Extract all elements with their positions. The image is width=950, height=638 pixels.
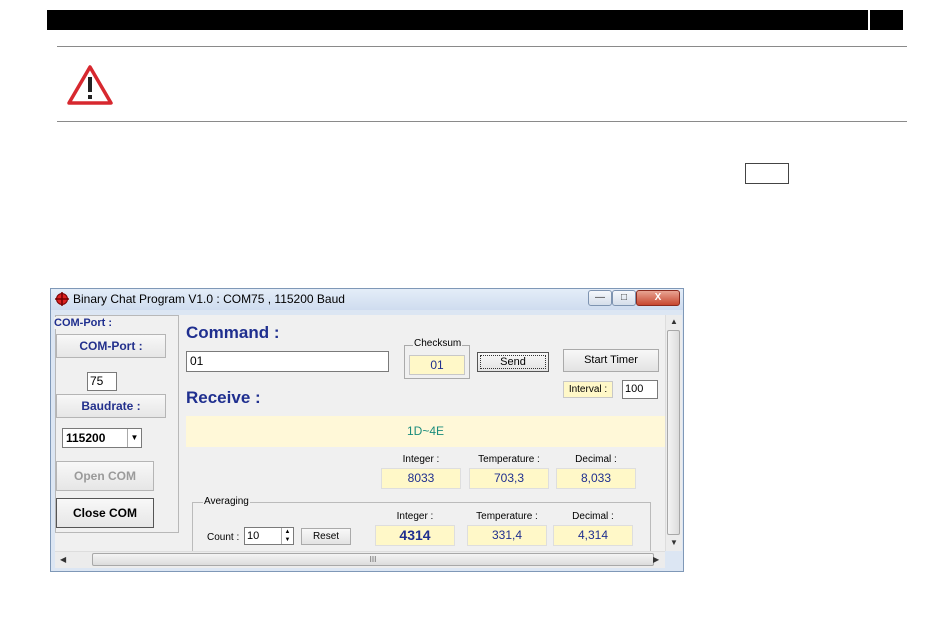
vertical-scroll-thumb[interactable] [667,330,680,535]
com-port-panel: COM-Port : COM-Port : 75 Baudrate : 1152… [54,315,179,533]
integer-value: 8033 [381,468,461,489]
integer-label: Integer : [402,454,440,465]
temperature-label: Temperature : [478,454,540,465]
avg-temperature-value: 331,4 [467,525,547,546]
command-input[interactable]: 01 [186,351,389,372]
send-button[interactable]: Send [477,352,549,372]
avg-decimal-label: Decimal : [572,511,614,522]
scroll-down-icon[interactable]: ▼ [670,538,678,547]
averaging-title: Averaging [203,496,250,507]
avg-integer-label: Integer : [396,511,434,522]
count-stepper[interactable]: 10 ▲ ▼ [244,527,294,545]
app-icon [55,292,69,306]
baudrate-value: 115200 [66,431,106,445]
avg-temperature-label: Temperature : [476,511,538,522]
averaging-group: Averaging Count : 10 ▲ ▼ Reset Integer : … [192,496,651,557]
baudrate-label: Baudrate : [56,394,166,418]
window-title: Binary Chat Program V1.0 : COM75 , 11520… [73,292,345,306]
vertical-scrollbar[interactable]: ▲ ▼ [665,315,682,551]
avg-decimal-value: 4,314 [553,525,633,546]
command-heading: Command : [186,323,280,342]
checksum-label: Checksum [413,338,463,349]
receive-output: 1D~4E [186,416,665,447]
panel-title: COM-Port : [54,317,113,329]
checksum-group: Checksum 01 [404,338,470,379]
header-bar [47,10,903,30]
horizontal-scroll-thumb[interactable]: III [92,553,654,566]
com-port-label: COM-Port : [56,334,166,358]
temperature-value: 703,3 [469,468,549,489]
com-port-input[interactable]: 75 [87,372,117,391]
maximize-button[interactable]: □ [612,290,636,306]
baudrate-select[interactable]: 115200 ▼ [62,428,142,448]
minimize-button[interactable]: — [588,290,612,306]
open-com-button[interactable]: Open COM [56,461,154,491]
chevron-down-icon[interactable]: ▼ [127,429,141,447]
interval-input[interactable]: 100 [622,380,658,399]
title-bar[interactable]: Binary Chat Program V1.0 : COM75 , 11520… [51,289,683,310]
close-com-button[interactable]: Close COM [56,498,154,528]
scroll-left-icon[interactable]: ◀ [60,555,66,564]
rule-top [57,46,907,47]
checksum-value: 01 [409,355,465,375]
spinner-arrows-icon[interactable]: ▲ ▼ [281,528,293,544]
decimal-value: 8,033 [556,468,636,489]
avg-integer-value: 4314 [375,525,455,546]
scroll-right-icon[interactable]: ▶ [653,555,659,564]
warning-icon [67,65,113,105]
reset-button[interactable]: Reset [301,528,351,545]
client-area: COM-Port : COM-Port : 75 Baudrate : 1152… [54,315,666,557]
scroll-up-icon[interactable]: ▲ [670,317,678,326]
rule-bottom [57,121,907,122]
count-value: 10 [247,530,260,542]
receive-heading: Receive : [186,388,261,407]
horizontal-scrollbar[interactable]: ◀ III ▶ [55,551,665,568]
start-timer-button[interactable]: Start Timer [563,349,659,372]
interval-label: Interval : [563,381,613,398]
count-label: Count : [207,532,240,543]
grip-icon: III [369,555,377,564]
header-divider [868,10,870,30]
close-button[interactable]: X [636,290,680,306]
app-window: Binary Chat Program V1.0 : COM75 , 11520… [50,288,684,572]
decimal-label: Decimal : [575,454,617,465]
blank-box [745,163,789,184]
